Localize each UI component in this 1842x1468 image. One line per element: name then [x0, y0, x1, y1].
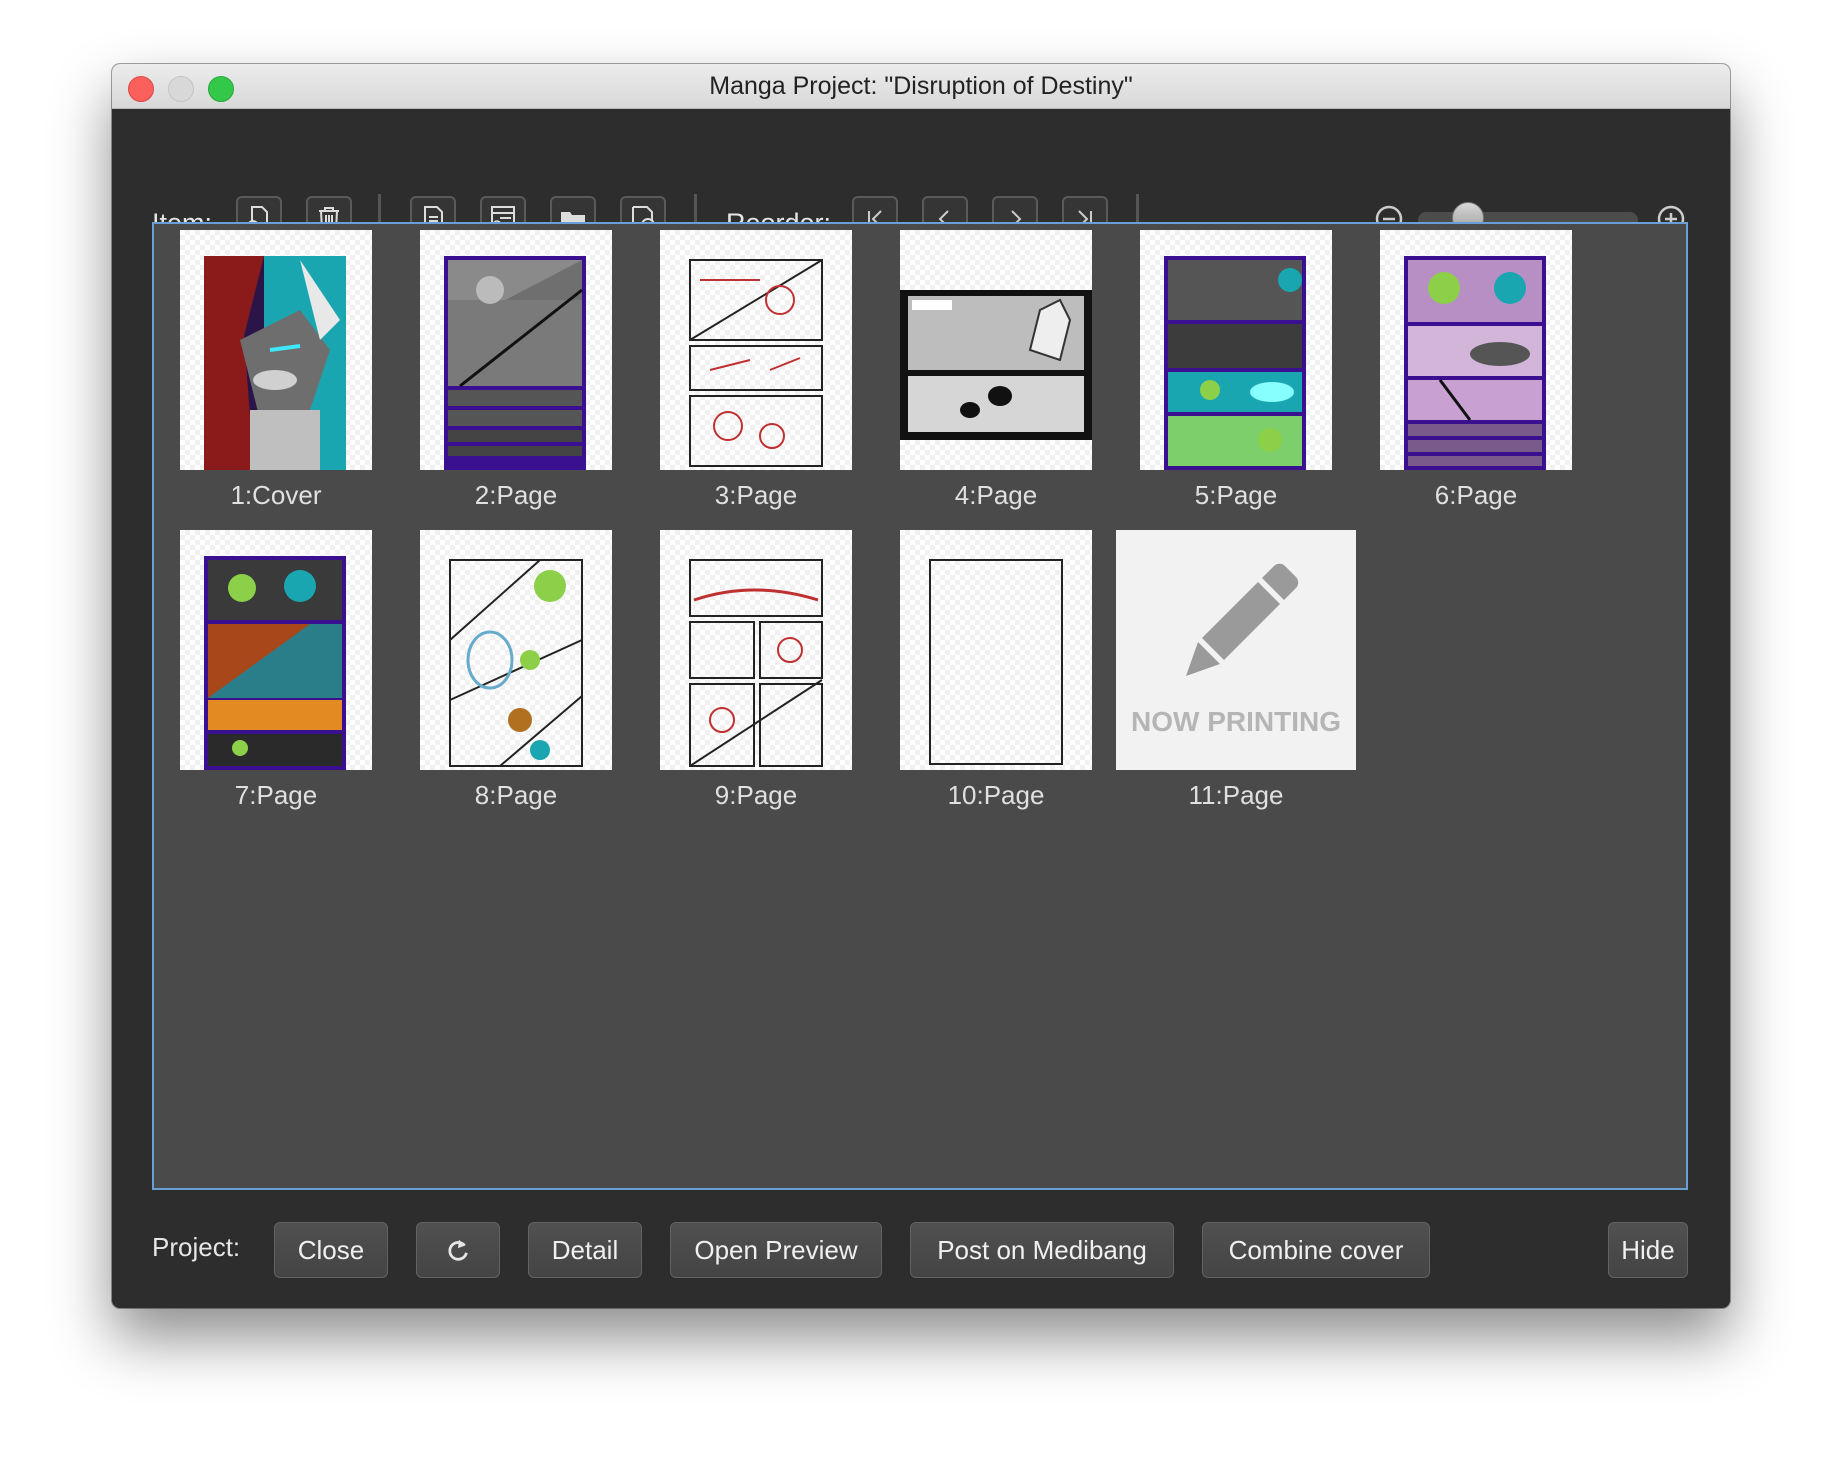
manga-project-window: Manga Project: "Disruption of Destiny" I… [112, 64, 1730, 1308]
page-thumbnail[interactable] [180, 530, 372, 770]
page-art-image [1404, 256, 1546, 470]
page-label: 4:Page [954, 480, 1038, 510]
refresh-icon [448, 1239, 468, 1261]
hide-button[interactable]: Hide [1608, 1222, 1688, 1278]
page-label: 2:Page [474, 480, 558, 510]
page-label: 8:Page [474, 780, 558, 810]
close-button[interactable]: Close [274, 1222, 388, 1278]
page-art-image [900, 290, 1092, 440]
page-item[interactable]: NOW PRINTING 11:Page [1090, 524, 1356, 814]
page-item[interactable]: 6:Page [1354, 224, 1572, 514]
page-thumbnail[interactable] [1140, 230, 1332, 470]
page-label: 10:Page [947, 780, 1045, 810]
project-label: Project: [152, 1232, 241, 1262]
page-art-image [689, 559, 823, 767]
detail-button[interactable]: Detail [528, 1222, 642, 1278]
page-thumbnail[interactable] [420, 530, 612, 770]
page-thumbnail[interactable] [1380, 230, 1572, 470]
page-item[interactable]: 7:Page [154, 524, 372, 814]
page-item[interactable]: 4:Page [874, 224, 1092, 514]
page-label: 7:Page [234, 780, 318, 810]
page-thumbnail[interactable] [660, 530, 852, 770]
title-bar[interactable]: Manga Project: "Disruption of Destiny" [112, 64, 1730, 109]
page-label: 11:Page [1188, 780, 1284, 810]
page-art-image [929, 559, 1063, 765]
cover-art-image [204, 256, 346, 470]
page-label: 3:Page [714, 480, 798, 510]
footer-bar: Project: Close Detail Open Preview Post … [112, 1198, 1730, 1308]
now-printing-text: NOW PRINTING [1131, 706, 1341, 737]
page-item[interactable]: 10:Page [874, 524, 1092, 814]
page-item[interactable]: 2:Page [394, 224, 612, 514]
page-label: 5:Page [1194, 480, 1278, 510]
page-item[interactable]: 9:Page [634, 524, 852, 814]
page-item[interactable]: 3:Page [634, 224, 852, 514]
page-label: 9:Page [714, 780, 798, 810]
page-label: 6:Page [1434, 480, 1518, 510]
toolbar: Item: Reorder: [112, 108, 1730, 246]
page-art-image [1164, 256, 1306, 470]
combine-cover-button[interactable]: Combine cover [1202, 1222, 1430, 1278]
page-item[interactable]: 5:Page [1114, 224, 1332, 514]
page-thumbnail[interactable] [900, 530, 1092, 770]
window-title: Manga Project: "Disruption of Destiny" [709, 72, 1133, 100]
page-thumbnail[interactable] [660, 230, 852, 470]
page-thumbnail[interactable] [180, 230, 372, 470]
post-on-medibang-button[interactable]: Post on Medibang [910, 1222, 1174, 1278]
page-thumbnail[interactable]: NOW PRINTING [1116, 530, 1356, 770]
page-art-image [204, 556, 346, 770]
page-thumbnail[interactable] [900, 230, 1092, 470]
page-thumbnail[interactable] [420, 230, 612, 470]
page-art-image [689, 259, 823, 467]
refresh-button[interactable] [416, 1222, 500, 1278]
page-grid[interactable]: 1:Cover 2:Page 3:Page 4:Page 5:Page 6:Pa… [152, 222, 1688, 1190]
open-preview-button[interactable]: Open Preview [670, 1222, 882, 1278]
page-label: 1:Cover [230, 480, 322, 510]
page-item[interactable]: 1:Cover [154, 224, 372, 514]
page-art-image [449, 559, 583, 767]
page-art-image [444, 256, 586, 470]
page-item[interactable]: 8:Page [394, 524, 612, 814]
